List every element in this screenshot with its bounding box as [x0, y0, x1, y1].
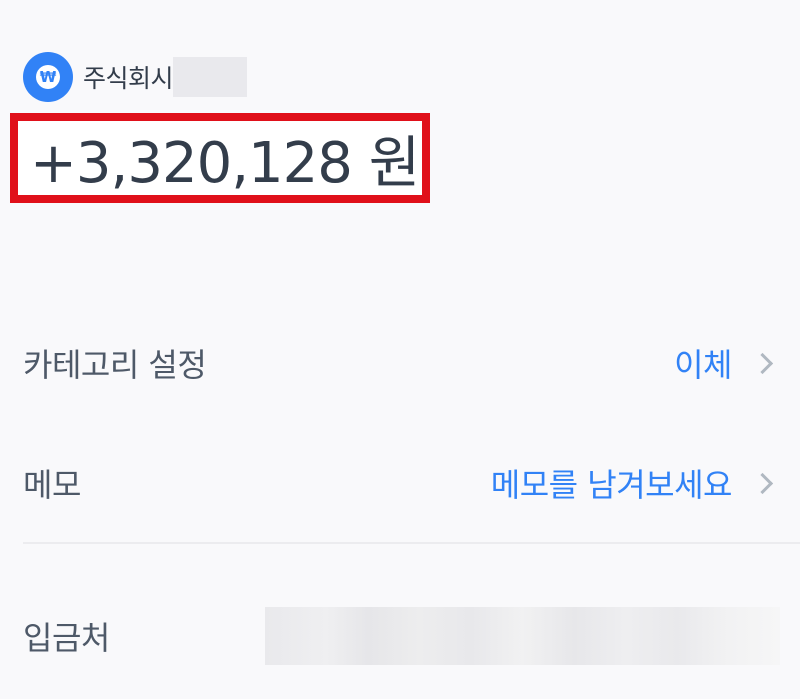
transaction-amount: +3,320,128 원 — [30, 130, 420, 196]
amount-highlight-box: +3,320,128 원 — [10, 113, 430, 203]
memo-label: 메모 — [23, 466, 81, 504]
section-divider — [23, 542, 800, 544]
category-value[interactable]: 이체 — [674, 340, 732, 386]
category-row[interactable]: 카테고리 설정 이체 — [23, 333, 800, 393]
transaction-header: ₩ 주식회시 — [23, 52, 248, 102]
depositor-label: 입금처 — [23, 619, 110, 657]
company-name: 주식회시 — [83, 64, 174, 93]
redacted-depositor-value — [265, 607, 780, 665]
bank-logo: ₩ — [23, 52, 73, 102]
redacted-company-suffix — [173, 57, 248, 97]
won-icon: ₩ — [36, 65, 60, 89]
chevron-right-icon[interactable] — [751, 472, 774, 494]
memo-placeholder[interactable]: 메모를 남겨보세요 — [491, 460, 733, 506]
chevron-right-icon[interactable] — [751, 352, 774, 374]
category-label: 카테고리 설정 — [23, 346, 207, 384]
memo-row[interactable]: 메모 메모를 남겨보세요 — [23, 453, 800, 513]
